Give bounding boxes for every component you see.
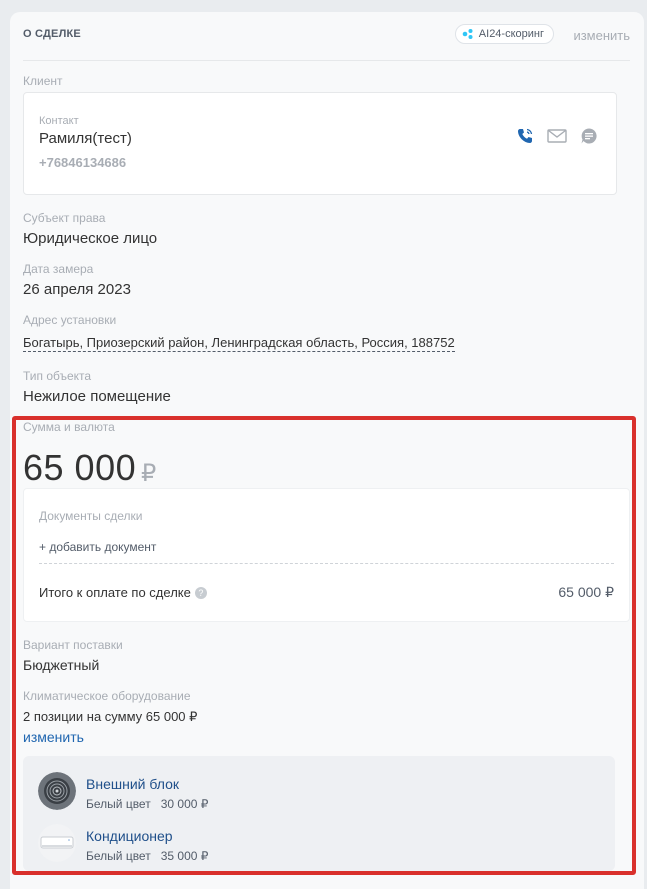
section-title: О СДЕЛКЕ [23,28,81,40]
contact-name[interactable]: Рамиля(тест) [39,130,132,147]
object-type-label: Тип объекта [23,369,92,383]
address-value[interactable]: Богатырь, Приозерский район, Ленинградск… [23,335,455,352]
contact-actions [516,127,598,145]
ai-scoring-badge[interactable]: AI24-скоринг [454,24,554,44]
subject-value: Юридическое лицо [23,230,158,247]
mail-icon[interactable] [547,129,567,143]
chat-icon[interactable] [580,127,598,145]
highlight-frame [12,416,636,875]
contact-label: Контакт [39,115,79,127]
client-label: Клиент [23,74,63,88]
date-value: 26 апреля 2023 [23,281,131,298]
edit-link[interactable]: изменить [573,28,630,43]
subject-label: Субъект права [23,211,106,225]
date-label: Дата замера [23,262,94,276]
header-divider [23,60,630,61]
contact-phone[interactable]: +76846134686 [39,155,126,170]
ai-scoring-icon [462,29,473,39]
address-label: Адрес установки [23,313,117,327]
phone-icon[interactable] [516,127,534,145]
card-header: О СДЕЛКЕ AI24-скоринг изменить [23,24,630,48]
contact-card: Контакт Рамиля(тест) +76846134686 [23,92,617,195]
address-value-wrap: Богатырь, Приозерский район, Ленинградск… [23,334,455,352]
object-type-value: Нежилое помещение [23,388,171,405]
ai-scoring-label: AI24-скоринг [478,28,544,40]
